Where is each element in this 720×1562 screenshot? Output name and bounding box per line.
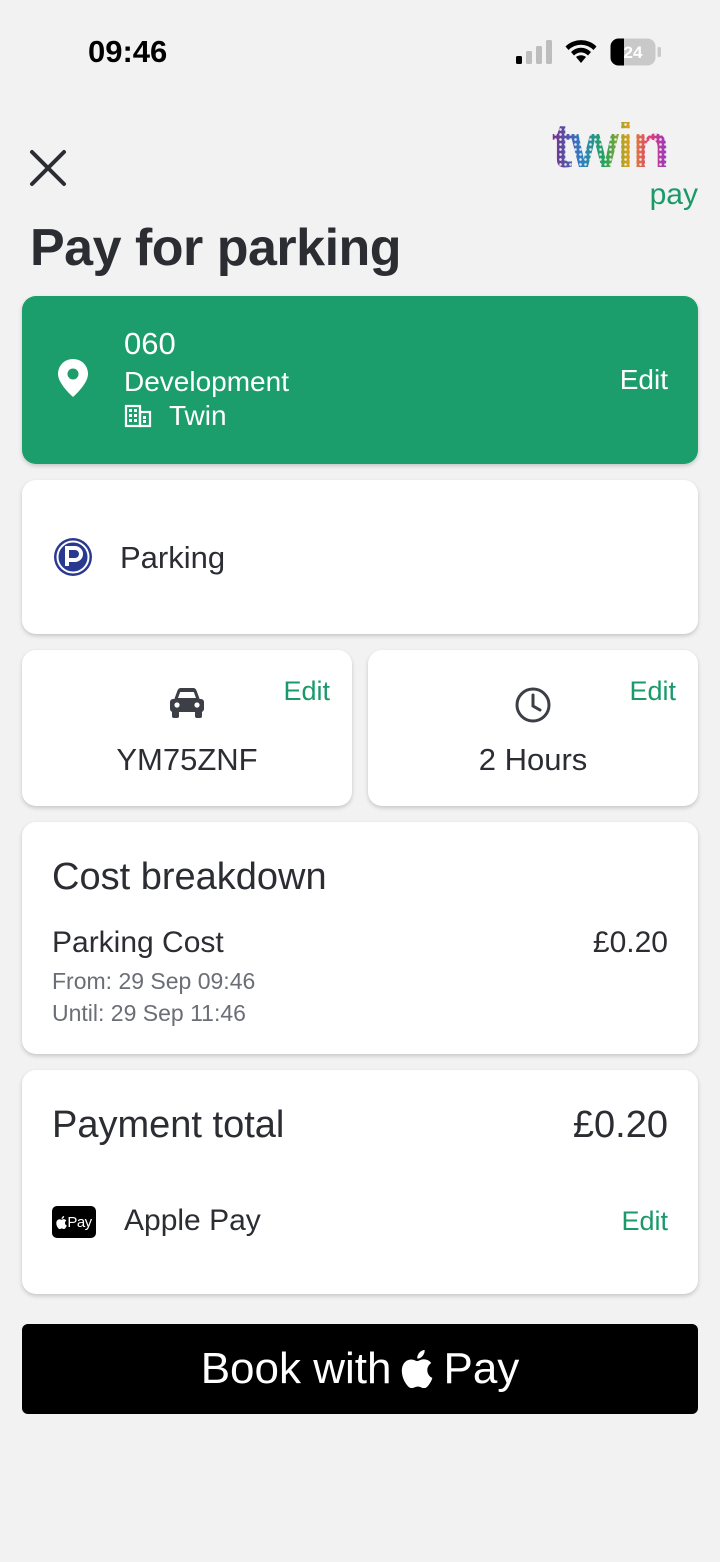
twin-pay-logo: twin pay bbox=[548, 116, 702, 218]
duration-value: 2 Hours bbox=[478, 742, 588, 777]
vehicle-card: Edit YM75ZNF bbox=[22, 650, 352, 806]
location-company: Twin bbox=[169, 400, 227, 431]
edit-duration-button[interactable]: Edit bbox=[629, 676, 676, 707]
parking-type-card[interactable]: Parking bbox=[22, 480, 698, 634]
location-pin-icon bbox=[58, 359, 88, 397]
book-button-suffix: Pay bbox=[443, 1344, 520, 1393]
status-bar: 09:46 24 bbox=[0, 0, 720, 100]
edit-payment-method-button[interactable]: Edit bbox=[621, 1206, 668, 1237]
logo-sub: pay bbox=[649, 178, 698, 211]
close-button[interactable] bbox=[26, 146, 70, 190]
location-name: Development bbox=[124, 366, 289, 397]
parking-type-label: Parking bbox=[120, 540, 226, 575]
apple-logo-icon bbox=[56, 1215, 68, 1229]
apple-logo-icon bbox=[402, 1350, 433, 1388]
cellular-signal-icon bbox=[516, 40, 552, 64]
payment-method-label: Apple Pay bbox=[124, 1204, 261, 1237]
duration-card: Edit 2 Hours bbox=[368, 650, 698, 806]
logo-word: twin bbox=[552, 112, 670, 181]
cost-until-time: Until: 29 Sep 11:46 bbox=[52, 1000, 246, 1026]
building-icon bbox=[124, 404, 152, 428]
battery-icon: 24 bbox=[610, 38, 661, 66]
vehicle-plate: YM75ZNF bbox=[116, 742, 258, 777]
clock-icon bbox=[515, 687, 551, 723]
edit-location-button[interactable]: Edit bbox=[620, 364, 668, 396]
status-time: 09:46 bbox=[88, 34, 168, 69]
parking-cost-value: £0.20 bbox=[592, 926, 668, 959]
close-icon bbox=[30, 150, 66, 186]
page-title: Pay for parking bbox=[30, 219, 402, 277]
battery-level: 24 bbox=[624, 43, 643, 62]
apple-pay-badge-text: Pay bbox=[67, 1213, 92, 1231]
apple-pay-badge-icon: Pay bbox=[52, 1206, 96, 1238]
location-code: 060 bbox=[124, 326, 176, 361]
payment-total-card: Payment total £0.20 Pay Apple Pay Edit bbox=[22, 1070, 698, 1294]
payment-total-value: £0.20 bbox=[572, 1104, 668, 1146]
car-icon bbox=[170, 688, 204, 718]
parking-icon bbox=[54, 538, 92, 576]
parking-cost-label: Parking Cost bbox=[52, 926, 224, 959]
edit-vehicle-button[interactable]: Edit bbox=[283, 676, 330, 707]
location-card: 060 Development Twin Edit bbox=[22, 296, 698, 464]
cost-breakdown-title: Cost breakdown bbox=[52, 856, 327, 898]
cost-breakdown-card: Cost breakdown Parking Cost £0.20 From: … bbox=[22, 822, 698, 1054]
book-button-prefix: Book with bbox=[200, 1344, 392, 1393]
payment-total-title: Payment total bbox=[52, 1104, 285, 1146]
wifi-icon bbox=[565, 40, 597, 63]
cost-from-time: From: 29 Sep 09:46 bbox=[52, 968, 256, 994]
book-with-apple-pay-button[interactable]: Book with Pay bbox=[22, 1324, 698, 1414]
